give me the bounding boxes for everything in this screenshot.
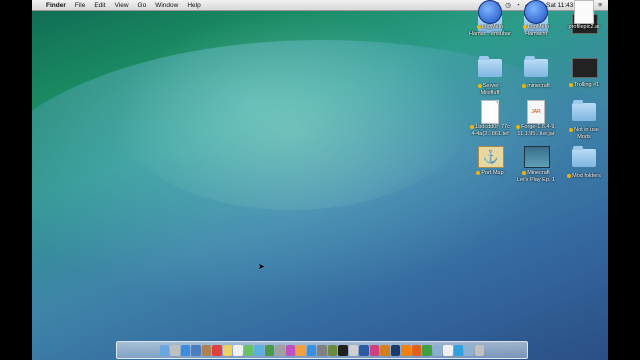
desktop-icon-label: Trolling #1	[561, 82, 607, 89]
dock-maps-icon[interactable]	[243, 344, 254, 356]
dock-skype-icon[interactable]	[453, 344, 464, 356]
desktop-icon-label: LogMeIn Hamac...ensubar	[469, 24, 511, 37]
tag-dot-icon	[476, 170, 481, 175]
dock-vlc-icon[interactable]	[401, 344, 411, 356]
desktop-icon-folder[interactable]: Mod folders	[561, 146, 607, 180]
dock-contacts-icon[interactable]	[201, 344, 212, 356]
mouse-cursor-icon: ➤	[258, 262, 265, 271]
menu-help[interactable]: Help	[187, 2, 200, 9]
logmein-icon	[478, 0, 502, 24]
desktop-icon-logmein[interactable]: LogMeIn Hamachi	[513, 0, 559, 37]
tag-dot-icon	[477, 83, 482, 88]
tag-dot-icon	[568, 82, 573, 87]
ai-icon	[572, 0, 596, 24]
dock-itunes-icon[interactable]	[285, 344, 296, 356]
dock-safari-icon[interactable]	[180, 344, 191, 356]
dock-firefox-icon[interactable]	[411, 344, 422, 356]
tag-dot-icon	[522, 170, 527, 175]
dock-illustrator-icon[interactable]	[380, 344, 390, 356]
movie-icon	[524, 146, 550, 168]
dock-calendar-icon[interactable]	[212, 344, 222, 356]
menu-go[interactable]: Go	[138, 2, 147, 9]
term-icon	[572, 58, 598, 80]
dock-chrome-icon[interactable]	[422, 344, 432, 356]
tag-dot-icon	[569, 127, 574, 132]
desktop-icon-anchor[interactable]: ⚓ Port Map	[467, 146, 513, 177]
desktop[interactable]: Finder File Edit View Go Window Help ◉ ᛒ…	[32, 0, 608, 360]
dock-finder-icon[interactable]	[159, 344, 170, 356]
dock	[116, 341, 528, 359]
menu-finder[interactable]: Finder	[46, 2, 66, 9]
dock-textedit-icon[interactable]	[443, 344, 453, 356]
folder-icon	[572, 146, 596, 171]
dock-appstore-icon[interactable]	[306, 344, 317, 356]
tag-dot-icon	[476, 24, 481, 29]
desktop-icon-label: 1bdcdd0f~77c 4-4a(2...861.tef	[470, 124, 510, 137]
desktop-icon-label: minecraft	[513, 83, 559, 90]
menu-edit[interactable]: Edit	[94, 2, 105, 9]
menu-file[interactable]: File	[75, 2, 85, 9]
menu-view[interactable]: View	[115, 2, 129, 9]
wallpaper-foam	[112, 10, 472, 210]
dock-launchpad-icon[interactable]	[170, 344, 180, 356]
dock-minecraft-icon[interactable]	[327, 344, 338, 356]
folder-icon	[524, 56, 548, 81]
dock-chess-icon[interactable]	[348, 344, 359, 356]
anchor-icon: ⚓	[478, 146, 504, 168]
desktop-icon-label: Forge-1.6.4-9. 11.1.95...iler.jar	[516, 124, 556, 137]
dock-preview-icon[interactable]	[432, 344, 443, 356]
dock-terminal-icon[interactable]	[338, 344, 348, 356]
dock-folder-icon[interactable]	[464, 344, 474, 356]
jar-icon: JAR	[524, 100, 548, 124]
desktop-icon-label: Not in use Mods	[561, 127, 607, 140]
folder-icon	[572, 100, 596, 125]
desktop-icon-folder[interactable]: Not in use Mods	[561, 100, 607, 140]
dock-prefs-icon[interactable]	[317, 344, 327, 356]
dock-reminders-icon[interactable]	[233, 344, 243, 356]
desktop-icon-term[interactable]: Trolling #1	[561, 56, 607, 89]
dock-mail-icon[interactable]	[191, 344, 201, 356]
dock-photoshop-icon[interactable]	[359, 344, 369, 356]
desktop-icon-label: Port Map	[467, 170, 513, 177]
desktop-icon-folder[interactable]: Server - Minifluff	[467, 56, 513, 96]
tag-dot-icon	[567, 173, 572, 178]
menu-window[interactable]: Window	[155, 2, 178, 9]
desktop-icon-label: Minecraft Let's Play Ep. 1	[516, 170, 556, 183]
tag-dot-icon	[522, 83, 527, 88]
desktop-icon-label: Server - Minifluff	[467, 83, 513, 96]
tag-dot-icon	[516, 124, 521, 129]
desktop-icon-jar[interactable]: JAR Forge-1.6.4-9. 11.1.95...iler.jar	[513, 100, 559, 137]
desktop-icon-label: profilepic2.ai	[568, 24, 600, 30]
dock-messages-icon[interactable]	[254, 344, 264, 356]
desktop-icon-label: LogMeIn Hamachi	[513, 24, 559, 37]
logmein-icon	[524, 0, 548, 24]
doc-icon	[478, 100, 502, 124]
tag-dot-icon	[522, 24, 527, 29]
desktop-icon-label: Mod folders	[561, 173, 607, 180]
dock-facetime-icon[interactable]	[264, 344, 275, 356]
desktop-icon-folder[interactable]: minecraft	[513, 56, 559, 90]
desktop-icon-movie[interactable]: Minecraft Let's Play Ep. 1	[513, 146, 559, 183]
desktop-icon-ai[interactable]: profilepic2.ai	[561, 0, 607, 31]
folder-icon	[478, 56, 502, 81]
dock-notes-icon[interactable]	[222, 344, 233, 356]
tag-dot-icon	[470, 124, 475, 129]
dock-ibooks-icon[interactable]	[296, 344, 306, 356]
desktop-icon-logmein[interactable]: LogMeIn Hamac...ensubar	[467, 0, 513, 37]
dock-indesign-icon[interactable]	[369, 344, 380, 356]
dock-trash-icon[interactable]	[474, 344, 485, 356]
desktop-icon-doc[interactable]: 1bdcdd0f~77c 4-4a(2...861.tef	[467, 100, 513, 137]
dock-photo-icon[interactable]	[275, 344, 285, 356]
dock-photoshop2-icon[interactable]	[390, 344, 401, 356]
